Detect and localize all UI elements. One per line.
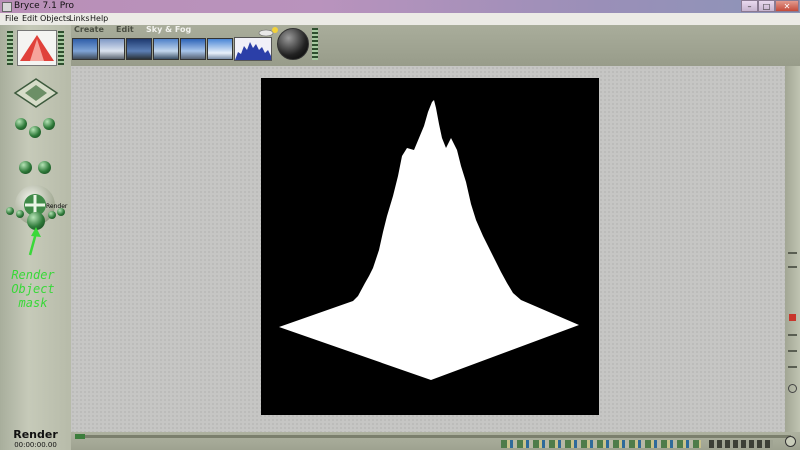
maximize-button[interactable]: □ (758, 0, 775, 12)
right-tool-4[interactable] (788, 350, 797, 352)
view-small-icon-2[interactable] (38, 161, 51, 174)
right-tool-2[interactable] (788, 266, 797, 268)
tab-sky-fog[interactable]: Sky & Fog (146, 25, 191, 35)
render-title: Render (13, 428, 58, 441)
right-toolbar (785, 66, 800, 432)
view-small-icon[interactable] (19, 161, 32, 174)
timeline-bar (71, 432, 800, 450)
render-option-icon-1[interactable] (6, 207, 14, 215)
minimize-button[interactable]: – (741, 0, 758, 12)
tab-create[interactable]: Create (74, 25, 104, 35)
sky-preset-1[interactable] (72, 38, 98, 60)
render-time: 00:00:00.00 (14, 441, 57, 449)
timeline-scrubber[interactable] (75, 434, 85, 439)
control-panel: Render Render Object mask Render 00:00:0… (0, 25, 71, 450)
annotation-line-3: mask (18, 296, 48, 310)
title-bar: Bryce 7.1 Pro – □ ✕ (0, 0, 800, 13)
ridge-slider-left[interactable] (7, 31, 13, 65)
app-icon (2, 2, 12, 12)
menu-file[interactable]: File (5, 13, 18, 25)
right-tool-1[interactable] (788, 252, 797, 254)
right-tool-dial[interactable] (788, 384, 797, 393)
menu-help[interactable]: Help (90, 13, 108, 25)
sky-preset-3[interactable] (126, 38, 152, 60)
sun-dial-icon[interactable] (277, 28, 309, 60)
camera-pan-icon[interactable] (29, 126, 41, 138)
ridge-slider-right[interactable] (58, 31, 64, 65)
annotation-line-2: Object (11, 282, 55, 296)
render-option-icon-3[interactable] (48, 211, 56, 219)
annotation-text: Render Object mask (3, 268, 63, 310)
annotation-line-1: Render (11, 268, 55, 282)
right-tool-5[interactable] (788, 366, 797, 368)
render-window (261, 78, 599, 415)
terrain-mask-render (279, 100, 579, 380)
right-tool-3[interactable] (788, 334, 797, 336)
window-title: Bryce 7.1 Pro (14, 1, 74, 11)
playback-controls[interactable] (709, 440, 773, 448)
sky-preset-6[interactable] (207, 38, 233, 60)
annotation-arrow-icon (28, 227, 41, 256)
histogram-icon[interactable] (234, 37, 272, 61)
render-option-icon-2[interactable] (16, 210, 24, 218)
close-button[interactable]: ✕ (775, 0, 799, 12)
timeline-icon[interactable] (75, 435, 791, 438)
nano-preview-icon[interactable] (17, 30, 57, 66)
record-icon[interactable] (789, 314, 796, 321)
animation-options-icon[interactable] (785, 436, 796, 447)
render-option-icon-4[interactable] (57, 208, 65, 216)
camera-cross-icon[interactable] (13, 77, 59, 109)
camera-xz-icon[interactable] (15, 118, 27, 130)
menu-objects[interactable]: Objects (40, 13, 70, 25)
palette-ridge-slider[interactable] (312, 28, 318, 60)
menu-edit[interactable]: Edit (22, 13, 38, 25)
object-family-strip[interactable] (501, 440, 701, 448)
sky-preset-4[interactable] (153, 38, 179, 60)
sky-preset-5[interactable] (180, 38, 206, 60)
tab-edit[interactable]: Edit (116, 25, 134, 35)
menu-links[interactable]: Links (69, 13, 90, 25)
camera-y-icon[interactable] (43, 118, 55, 130)
sky-preset-2[interactable] (99, 38, 125, 60)
sun-icon (272, 27, 278, 33)
